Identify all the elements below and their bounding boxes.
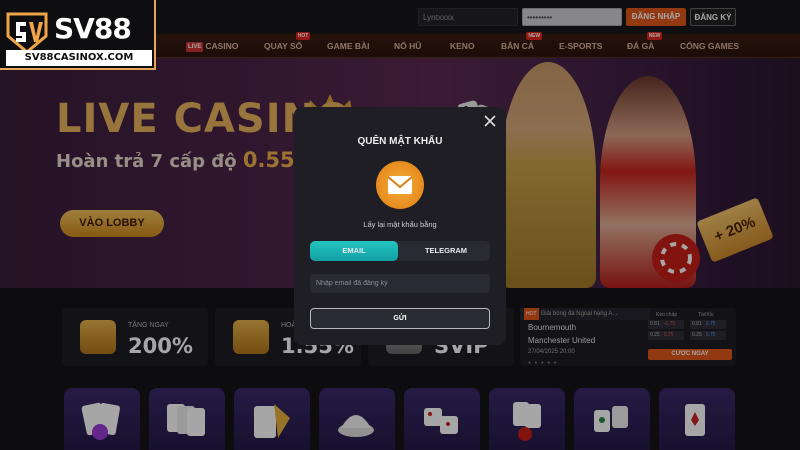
logo-text: SV88 [54, 12, 132, 45]
close-icon[interactable] [484, 115, 496, 127]
site-logo[interactable]: SV88 SV88CASINOX.COM [0, 0, 156, 70]
submit-button[interactable]: GỬI [310, 308, 490, 329]
modal-title: QUÊN MẬT KHẨU [357, 136, 443, 147]
tab-telegram[interactable]: TELEGRAM [402, 241, 490, 261]
tab-email[interactable]: EMAIL [310, 241, 398, 261]
recovery-method-tabs: EMAIL TELEGRAM [310, 241, 490, 261]
email-input[interactable] [310, 274, 490, 293]
logo-shield-icon [6, 12, 48, 54]
recovery-hint: Lấy lại mật khẩu bằng [363, 220, 437, 229]
envelope-icon [376, 161, 424, 209]
logo-domain: SV88CASINOX.COM [6, 50, 152, 66]
forgot-password-modal: QUÊN MẬT KHẨU Lấy lại mật khẩu bằng EMAI… [294, 107, 506, 345]
